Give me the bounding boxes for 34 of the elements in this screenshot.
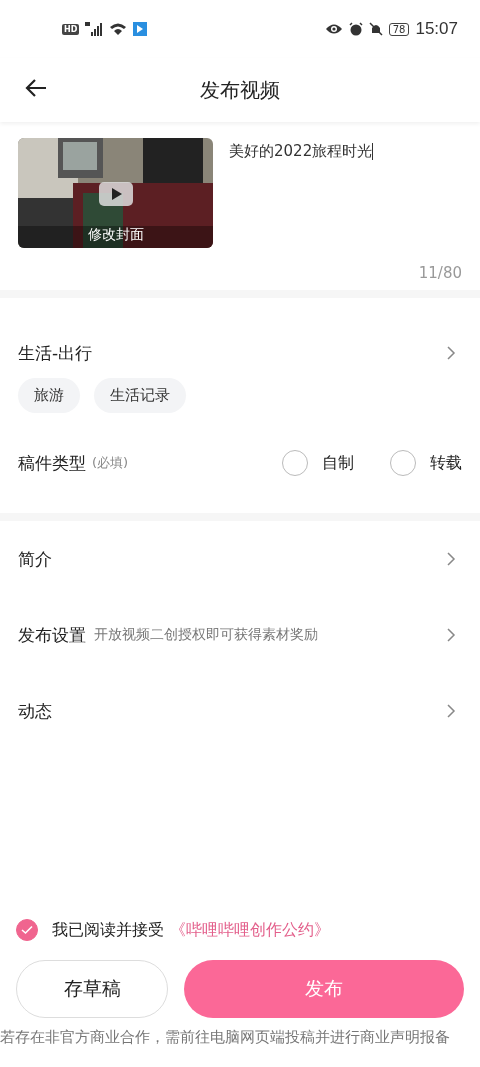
category-selector[interactable]: 生活-出行 bbox=[18, 341, 93, 365]
radio-label[interactable]: 转载 bbox=[430, 452, 462, 474]
character-counter: 11/80 bbox=[417, 264, 462, 282]
agreement-text: 我已阅读并接受 bbox=[52, 919, 164, 941]
menu-hint: 开放视频二创授权即可获得素材奖励 bbox=[94, 626, 318, 644]
checkbox[interactable] bbox=[16, 919, 38, 941]
alarm-icon bbox=[348, 22, 363, 36]
footer-note: 若存在非官方商业合作，需前往电脑网页端投稿并进行商业声明报备 bbox=[0, 1028, 451, 1048]
tag-chip[interactable]: 旅游 bbox=[18, 378, 80, 413]
signal-icon bbox=[85, 22, 104, 36]
play-icon bbox=[99, 182, 133, 206]
app-icon bbox=[133, 22, 148, 36]
hd-icon: HD bbox=[62, 23, 80, 35]
title-field[interactable]: 美好的2022旅程时光 bbox=[229, 138, 462, 242]
radio-label[interactable]: 自制 bbox=[322, 452, 354, 474]
tag-chip[interactable]: 生活记录 bbox=[94, 378, 186, 413]
required-hint: (必填) bbox=[92, 454, 129, 472]
chevron-icon[interactable] bbox=[446, 627, 456, 643]
menu-item[interactable]: 动态 bbox=[18, 699, 52, 723]
chevron-icon[interactable] bbox=[446, 345, 456, 361]
eye-icon bbox=[324, 23, 343, 35]
chevron-icon[interactable] bbox=[446, 703, 456, 719]
check-icon bbox=[21, 925, 33, 935]
menu-item[interactable]: 简介 bbox=[18, 547, 52, 571]
status-time: 15:07 bbox=[415, 19, 458, 39]
agreement-link[interactable]: 《哔哩哔哩创作公约》 bbox=[170, 919, 330, 941]
bell-muted-icon bbox=[368, 22, 383, 36]
wifi-icon bbox=[109, 22, 128, 36]
chevron-icon[interactable] bbox=[446, 551, 456, 567]
type-label: 稿件类型 bbox=[18, 451, 86, 475]
menu-item[interactable]: 发布设置 bbox=[18, 623, 86, 647]
battery-icon: 78 bbox=[388, 22, 410, 36]
save-draft-button[interactable]: 存草稿 bbox=[16, 960, 168, 1018]
page-title: 发布视频 bbox=[200, 76, 280, 104]
